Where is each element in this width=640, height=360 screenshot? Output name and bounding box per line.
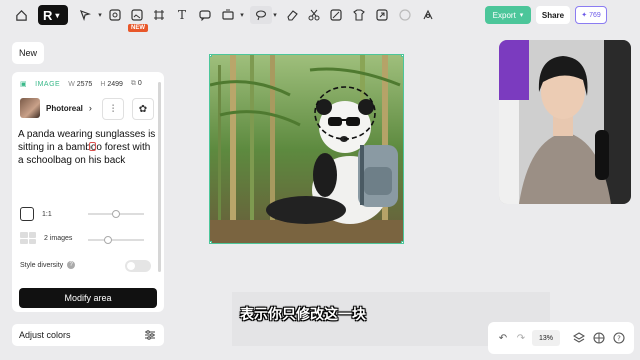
model-thumbnail: [20, 98, 40, 118]
aspect-ratio-row[interactable]: 1:1: [20, 207, 52, 221]
modify-area-button[interactable]: Modify area: [19, 288, 157, 308]
info-icon[interactable]: ?: [67, 261, 76, 269]
credits-badge[interactable]: ✦ 769: [575, 6, 607, 24]
resize-handle-top-left[interactable]: [210, 55, 212, 57]
prompt-textarea[interactable]: A panda wearing sunglasses is sitting in…: [18, 128, 158, 167]
palette-icon: ✿: [138, 103, 148, 115]
adjust-colors-button[interactable]: Adjust colors: [12, 324, 164, 346]
image-icon[interactable]: [106, 6, 124, 24]
canvas-image[interactable]: [209, 54, 404, 244]
adjust-colors-label: Adjust colors: [19, 330, 71, 340]
image-icon: ▣: [20, 81, 28, 88]
frame-icon[interactable]: [150, 6, 168, 24]
sliders-icon: ⫶: [111, 103, 115, 115]
globe-icon[interactable]: [592, 331, 606, 345]
style-diversity-label: Style diversity: [20, 261, 64, 269]
height-label: H: [100, 80, 106, 88]
sparkle-icon: ✦: [581, 12, 588, 19]
comment-icon[interactable]: [196, 6, 214, 24]
zoom-level[interactable]: 13%: [532, 330, 560, 346]
layer-count-value: 0: [137, 80, 142, 87]
text-cursor-marker: [89, 142, 96, 151]
image-info-header: ▣ IMAGE W 2575 H 2499 ⧉ 0: [20, 80, 142, 88]
chevron-down-icon: ▾: [55, 10, 60, 20]
credits-count: 769: [589, 11, 601, 19]
bottom-toolbar: ↶ ↷ 13% ?: [488, 322, 634, 354]
chevron-down-icon[interactable]: ▾: [233, 6, 251, 24]
settings-sliders-button[interactable]: ⫶: [102, 98, 124, 120]
home-icon[interactable]: [12, 6, 30, 24]
shirt-icon[interactable]: [350, 6, 368, 24]
images-label: 2 images: [44, 234, 73, 242]
help-icon[interactable]: ?: [612, 331, 626, 345]
ratio-slider[interactable]: [88, 210, 144, 218]
image-height: H 2499: [100, 81, 123, 88]
style-diversity-toggle[interactable]: [125, 260, 151, 272]
width-value: 2575: [76, 80, 93, 88]
style-icon[interactable]: [419, 6, 437, 24]
style-diversity-row: Style diversity ?: [20, 261, 76, 269]
resize-handle-top-right[interactable]: [401, 55, 403, 57]
panda-image-illustration: [210, 55, 403, 243]
logo-text: R: [43, 7, 53, 23]
image-count-slider[interactable]: [88, 236, 144, 244]
panel-header-label: IMAGE: [35, 80, 61, 88]
upscale-icon[interactable]: [373, 6, 391, 24]
model-selector[interactable]: Photoreal ›: [20, 98, 92, 118]
ratio-label: 1:1: [42, 210, 52, 218]
image-count-row[interactable]: 2 images: [20, 232, 72, 244]
layers-icon[interactable]: [572, 331, 586, 345]
chevron-down-icon[interactable]: ▾: [266, 6, 284, 24]
share-button[interactable]: Share: [536, 6, 570, 24]
text-icon[interactable]: T: [173, 6, 191, 24]
ratio-slider-knob[interactable]: [112, 210, 120, 218]
eraser-icon[interactable]: [283, 6, 301, 24]
ai-image-icon[interactable]: [128, 6, 146, 24]
image-count-slider-knob[interactable]: [103, 236, 112, 244]
resize-handle-bottom-left[interactable]: [210, 241, 212, 243]
sliders-icon: [144, 329, 156, 343]
image-settings-panel: ▣ IMAGE W 2575 H 2499 ⧉ 0 Photoreal › ⫶ …: [12, 72, 164, 312]
video-subtitle: 表示你只修改这一块: [240, 306, 366, 322]
resize-handle-bottom-right[interactable]: [401, 241, 403, 243]
model-name: Photoreal: [46, 103, 83, 113]
top-toolbar: R ▾ ▾ NEW T ▾ ▾ Export ▾ Share ✦ 769: [0, 0, 640, 32]
style-palette-button[interactable]: ✿: [132, 98, 154, 120]
remove-bg-icon[interactable]: [327, 6, 345, 24]
redo-icon[interactable]: ↷: [514, 331, 528, 345]
export-label: Export: [492, 10, 516, 20]
layer-count: ⧉ 0: [130, 80, 142, 87]
app-logo-menu[interactable]: R ▾: [38, 5, 68, 25]
chevron-right-icon: ›: [88, 103, 92, 113]
undo-icon[interactable]: ↶: [496, 331, 510, 345]
aspect-ratio-icon: [20, 207, 34, 221]
cut-icon[interactable]: [305, 6, 323, 24]
new-badge: NEW: [128, 24, 148, 32]
chevron-down-icon: ▾: [519, 12, 524, 19]
image-width: W 2575: [68, 81, 92, 88]
height-value: 2499: [107, 80, 123, 88]
presenter-video: [499, 40, 631, 204]
webcam-overlay: [499, 40, 631, 204]
svg-text:?: ?: [617, 335, 621, 343]
export-button[interactable]: Export ▾: [485, 6, 531, 24]
image-count-icon: [20, 232, 36, 244]
width-label: W: [68, 80, 75, 88]
new-button[interactable]: New: [12, 42, 44, 64]
panel-scrollbar[interactable]: [158, 82, 161, 272]
color-icon[interactable]: [396, 6, 414, 24]
